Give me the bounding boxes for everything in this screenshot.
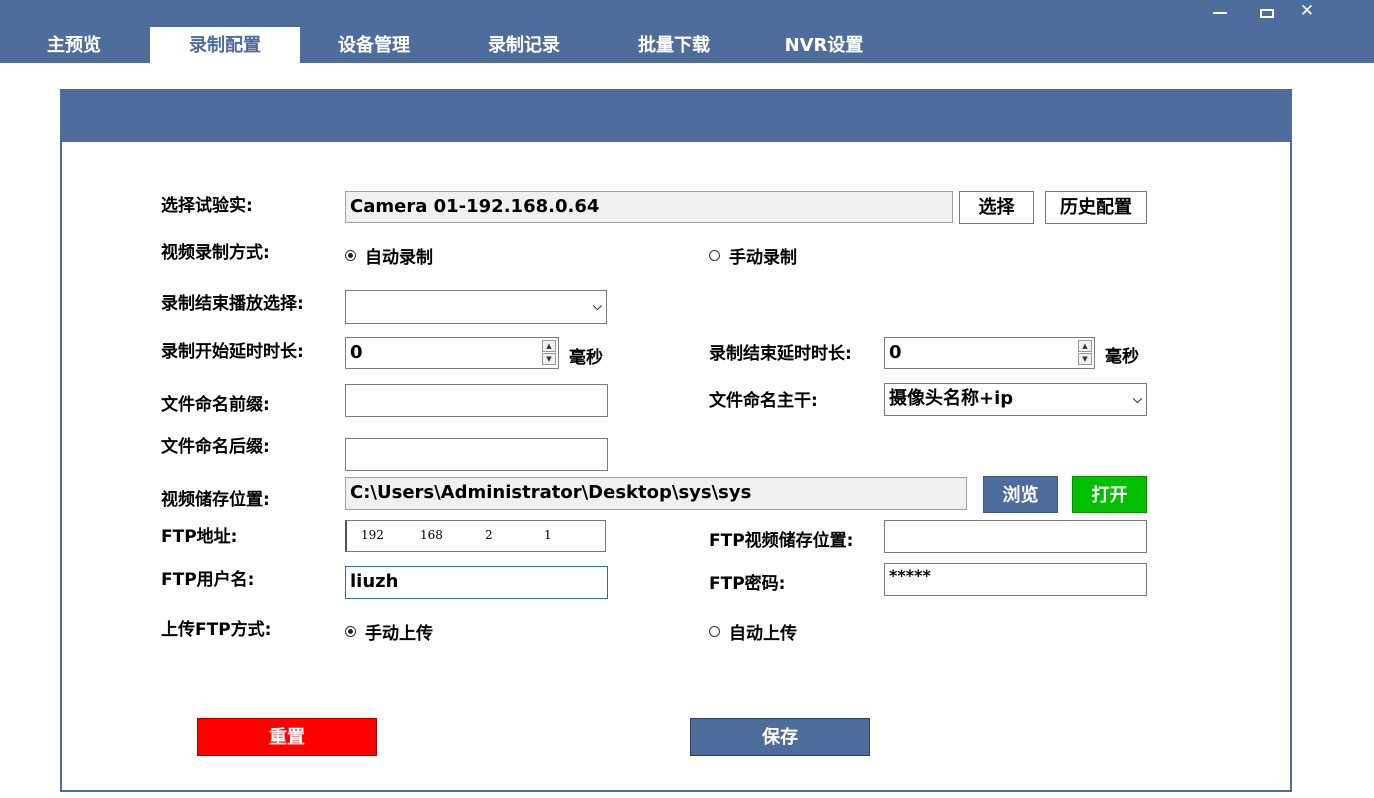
end-delay-label: 录制结束延时时长:: [709, 344, 852, 364]
ftp-storage-input[interactable]: [884, 520, 1147, 553]
tab-batch-download[interactable]: 批量下载: [620, 27, 728, 63]
radio-unselected-icon: [709, 250, 720, 261]
radio-auto-upload[interactable]: 自动上传: [709, 619, 797, 644]
ftp-user-input[interactable]: liuzh: [345, 566, 608, 599]
minimize-icon[interactable]: [1205, 2, 1235, 24]
record-mode-label: 视频录制方式:: [161, 243, 270, 263]
ftp-ip-input[interactable]: 192 168 2 1: [345, 520, 606, 552]
ip-octet-1[interactable]: 192: [361, 528, 384, 542]
stepper-down-icon[interactable]: ▼: [542, 353, 556, 365]
suffix-label: 文件命名后缀:: [161, 437, 270, 457]
end-delay-input[interactable]: 0 ▲ ▼: [884, 337, 1095, 369]
radio-manual-record-label: 手动录制: [729, 248, 797, 268]
end-delay-stepper[interactable]: ▲ ▼: [1078, 340, 1092, 366]
end-delay-unit: 毫秒: [1105, 347, 1139, 367]
browse-button[interactable]: 浏览: [983, 476, 1058, 513]
ftp-user-label: FTP用户名:: [161, 570, 255, 590]
ip-octet-3[interactable]: 2: [485, 528, 493, 542]
start-delay-value: 0: [350, 342, 363, 363]
ftp-password-input[interactable]: *****: [884, 563, 1147, 596]
chevron-down-icon: ⌵: [1132, 392, 1142, 406]
radio-manual-record[interactable]: 手动录制: [709, 243, 797, 268]
radio-manual-upload[interactable]: 手动上传: [345, 619, 433, 644]
end-delay-value: 0: [889, 342, 902, 363]
radio-selected-icon: [345, 250, 356, 261]
tab-device-management[interactable]: 设备管理: [320, 27, 428, 63]
select-button[interactable]: 选择: [959, 191, 1034, 224]
radio-auto-record-label: 自动录制: [365, 248, 433, 268]
ftp-address-label: FTP地址:: [161, 527, 238, 547]
stem-label: 文件命名主干:: [709, 391, 818, 411]
upload-mode-label: 上传FTP方式:: [161, 620, 272, 640]
tab-record-config[interactable]: 录制配置: [150, 27, 300, 63]
stem-value: 摄像头名称+ip: [889, 388, 1014, 409]
start-delay-input[interactable]: 0 ▲ ▼: [345, 337, 559, 369]
start-delay-label: 录制开始延时时长:: [161, 342, 304, 362]
ftp-password-label: FTP密码:: [709, 574, 786, 594]
maximize-icon[interactable]: [1252, 2, 1282, 24]
radio-unselected-icon: [709, 626, 720, 637]
prefix-label: 文件命名前缀:: [161, 395, 270, 415]
stem-select[interactable]: 摄像头名称+ip ⌵: [884, 383, 1147, 416]
end-play-label: 录制结束播放选择:: [161, 294, 304, 314]
title-bar: ✕ 主预览 录制配置 设备管理 录制记录 批量下载 NVR设置: [0, 0, 1374, 63]
tab-record-history[interactable]: 录制记录: [470, 27, 578, 63]
save-button[interactable]: 保存: [690, 718, 870, 756]
reset-button[interactable]: 重置: [197, 718, 377, 756]
tab-nvr-settings[interactable]: NVR设置: [770, 27, 878, 63]
ip-octet-4[interactable]: 1: [544, 528, 552, 542]
ip-octet-2[interactable]: 168: [420, 528, 443, 542]
radio-manual-upload-label: 手动上传: [365, 624, 433, 644]
prefix-input[interactable]: [345, 384, 608, 417]
panel-header: [62, 91, 1290, 142]
tab-main-preview[interactable]: 主预览: [22, 27, 126, 63]
lab-field[interactable]: Camera 01-192.168.0.64: [345, 191, 953, 223]
end-play-select[interactable]: ⌵: [345, 290, 607, 324]
suffix-input[interactable]: [345, 438, 608, 471]
stepper-up-icon[interactable]: ▲: [1078, 340, 1092, 352]
start-delay-stepper[interactable]: ▲ ▼: [542, 340, 556, 366]
stepper-up-icon[interactable]: ▲: [542, 340, 556, 352]
stepper-down-icon[interactable]: ▼: [1078, 353, 1092, 365]
ftp-storage-label: FTP视频储存位置:: [709, 531, 854, 551]
chevron-down-icon: ⌵: [592, 299, 602, 313]
lab-label: 选择试验实:: [161, 196, 253, 216]
storage-path-field[interactable]: C:\Users\Administrator\Desktop\sys\sys: [345, 477, 967, 510]
radio-auto-record[interactable]: 自动录制: [345, 243, 433, 268]
radio-auto-upload-label: 自动上传: [729, 624, 797, 644]
start-delay-unit: 毫秒: [569, 348, 603, 368]
radio-selected-icon: [345, 626, 356, 637]
open-button[interactable]: 打开: [1072, 476, 1147, 513]
storage-label: 视频储存位置:: [161, 490, 270, 510]
close-icon[interactable]: ✕: [1292, 0, 1322, 22]
history-config-button[interactable]: 历史配置: [1045, 191, 1147, 224]
